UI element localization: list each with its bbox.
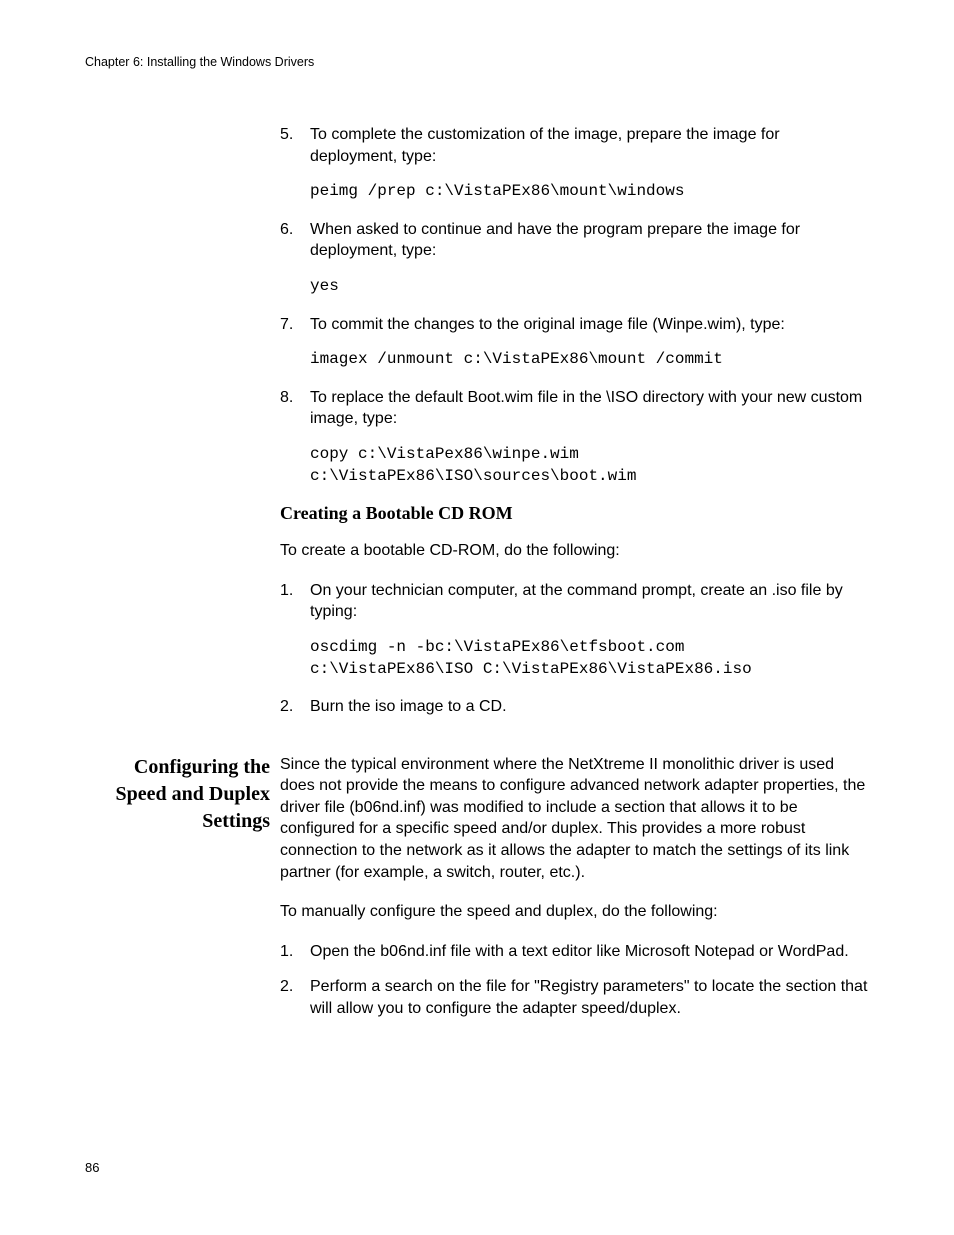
ordered-list-b: 1. On your technician computer, at the c… bbox=[280, 580, 869, 718]
content-area-2: Configuring the Speed and Duplex Setting… bbox=[85, 754, 869, 1034]
ordered-list-a: 5. To complete the customization of the … bbox=[280, 124, 869, 487]
ordered-list-c: 1. Open the b06nd.inf file with a text e… bbox=[280, 941, 869, 1020]
left-column: Configuring the Speed and Duplex Setting… bbox=[85, 754, 280, 1034]
list-text: When asked to continue and have the prog… bbox=[310, 219, 869, 262]
list-item: 2. Perform a search on the file for "Reg… bbox=[280, 976, 869, 1019]
list-item: 1. On your technician computer, at the c… bbox=[280, 580, 869, 623]
sidebar-heading: Configuring the Speed and Duplex Setting… bbox=[85, 754, 270, 835]
list-number: 7. bbox=[280, 314, 310, 336]
list-text: Open the b06nd.inf file with a text edit… bbox=[310, 941, 869, 963]
list-item: 5. To complete the customization of the … bbox=[280, 124, 869, 167]
list-number: 5. bbox=[280, 124, 310, 167]
list-text: Burn the iso image to a CD. bbox=[310, 696, 869, 718]
list-number: 1. bbox=[280, 941, 310, 963]
running-header: Chapter 6: Installing the Windows Driver… bbox=[85, 55, 869, 69]
right-column: 5. To complete the customization of the … bbox=[280, 124, 869, 732]
code-block: oscdimg -n -bc:\VistaPEx86\etfsboot.com … bbox=[310, 637, 869, 680]
right-column: Since the typical environment where the … bbox=[280, 754, 869, 1034]
page-number: 86 bbox=[85, 1160, 99, 1175]
list-text: To complete the customization of the ima… bbox=[310, 124, 869, 167]
list-text: On your technician computer, at the comm… bbox=[310, 580, 869, 623]
list-number: 1. bbox=[280, 580, 310, 623]
list-text: To replace the default Boot.wim file in … bbox=[310, 387, 869, 430]
list-number: 2. bbox=[280, 696, 310, 718]
list-number: 8. bbox=[280, 387, 310, 430]
paragraph: Since the typical environment where the … bbox=[280, 754, 869, 884]
paragraph: To manually configure the speed and dupl… bbox=[280, 901, 869, 923]
subheading-bootable-cd: Creating a Bootable CD ROM bbox=[280, 503, 869, 524]
list-item: 6. When asked to continue and have the p… bbox=[280, 219, 869, 262]
code-block: copy c:\VistaPex86\winpe.wim c:\VistaPEx… bbox=[310, 444, 869, 487]
list-item: 8. To replace the default Boot.wim file … bbox=[280, 387, 869, 430]
list-text: Perform a search on the file for "Regist… bbox=[310, 976, 869, 1019]
list-number: 6. bbox=[280, 219, 310, 262]
list-item: 1. Open the b06nd.inf file with a text e… bbox=[280, 941, 869, 963]
paragraph: To create a bootable CD-ROM, do the foll… bbox=[280, 540, 869, 562]
code-block: imagex /unmount c:\VistaPEx86\mount /com… bbox=[310, 349, 869, 371]
list-item: 2. Burn the iso image to a CD. bbox=[280, 696, 869, 718]
content-area: 5. To complete the customization of the … bbox=[85, 124, 869, 732]
code-block: yes bbox=[310, 276, 869, 298]
page: Chapter 6: Installing the Windows Driver… bbox=[0, 0, 954, 1034]
code-block: peimg /prep c:\VistaPEx86\mount\windows bbox=[310, 181, 869, 203]
list-text: To commit the changes to the original im… bbox=[310, 314, 869, 336]
list-item: 7. To commit the changes to the original… bbox=[280, 314, 869, 336]
list-number: 2. bbox=[280, 976, 310, 1019]
left-column bbox=[85, 124, 280, 732]
